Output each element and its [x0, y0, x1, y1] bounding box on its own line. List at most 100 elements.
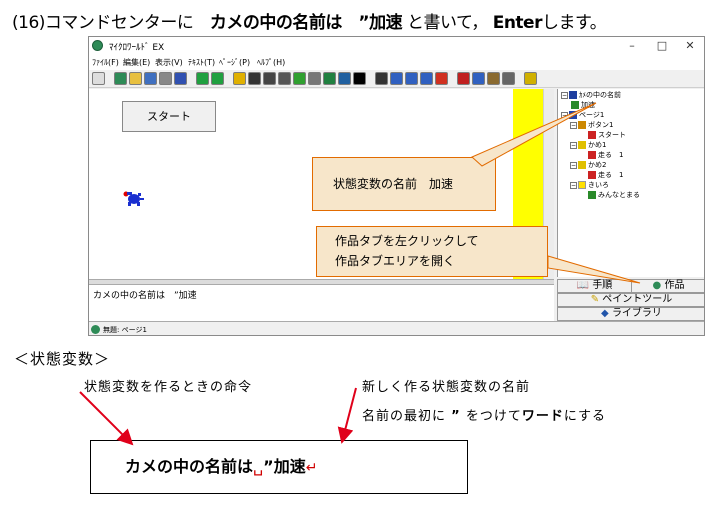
collapse-icon[interactable]: −: [570, 181, 577, 189]
collapse-icon[interactable]: −: [570, 121, 577, 129]
tab-label: ライブラリ: [611, 308, 662, 319]
turtle-new-icon[interactable]: [233, 72, 246, 85]
menu-file[interactable]: ﾌｧｲﾙ(F): [92, 57, 119, 68]
tree-node[interactable]: − ｶﾒの中の名前: [561, 90, 621, 100]
tab-paint-tool[interactable]: ✎ ペイントツール: [557, 293, 704, 307]
text-icon[interactable]: [248, 72, 261, 85]
help-icon[interactable]: [524, 72, 537, 85]
tree-node[interactable]: スタート: [588, 130, 626, 140]
tree-node[interactable]: 走る 1: [588, 150, 623, 160]
print-icon[interactable]: [159, 72, 172, 85]
title-bar: ﾏｲｸﾛﾜｰﾙﾄﾞ EX – □ ✕: [89, 37, 704, 55]
zoom-in-icon[interactable]: [405, 72, 418, 85]
music-icon[interactable]: [293, 72, 306, 85]
instruction-icon: [588, 131, 596, 139]
button-icon: [578, 121, 586, 129]
tree-label: ｶﾒの中の名前: [579, 91, 621, 99]
maximize-button[interactable]: □: [649, 38, 675, 53]
collapse-icon[interactable]: −: [570, 141, 577, 149]
tree-node[interactable]: − きいろ: [570, 180, 609, 190]
forward-icon[interactable]: [211, 72, 224, 85]
tree-node[interactable]: − ページ1: [561, 110, 604, 120]
callout-text-line1: 作品タブを左クリックして: [335, 234, 479, 248]
section-title: ＜状態変数＞: [14, 350, 111, 368]
instruction-icon: [588, 151, 596, 159]
callout-state-variable: 状態変数の名前 加速: [312, 157, 496, 211]
shape-icon[interactable]: [323, 72, 336, 85]
command-center[interactable]: カメの中の名前は ”加速: [89, 285, 554, 321]
copy-icon[interactable]: [472, 72, 485, 85]
tree-node[interactable]: − ボタン1: [570, 120, 613, 130]
page-icon: [569, 111, 577, 119]
space-mark-icon: ␣: [253, 457, 264, 476]
back-icon[interactable]: [196, 72, 209, 85]
instruction-icon: [588, 171, 596, 179]
tree-node[interactable]: 走る 1: [588, 170, 623, 180]
window-title: ﾏｲｸﾛﾜｰﾙﾄﾞ EX: [109, 43, 165, 53]
eye2-icon[interactable]: [375, 72, 388, 85]
tree-node[interactable]: − かめ2: [570, 160, 606, 170]
callout-text: 状態変数の名前 加速: [333, 177, 454, 191]
library-icon: ◆: [601, 308, 609, 319]
menu-view[interactable]: 表示(V): [155, 57, 183, 68]
arrow-command: [79, 391, 134, 446]
turtle-icon[interactable]: [114, 72, 127, 85]
callout-text-line2: 作品タブエリアを開く: [335, 254, 456, 268]
return-icon: ↵: [305, 460, 318, 476]
stop-icon[interactable]: [435, 72, 448, 85]
instruction-icon: [588, 191, 596, 199]
tree-label: かめ1: [588, 141, 607, 149]
tree-node[interactable]: 加速: [571, 100, 595, 110]
stamp-icon[interactable]: [390, 72, 403, 85]
note-part: 名前の最初に: [362, 409, 447, 424]
paste-icon[interactable]: [487, 72, 500, 85]
tree-label: ページ1: [579, 111, 605, 119]
note-part: にする: [563, 409, 607, 424]
pen-icon[interactable]: [308, 72, 321, 85]
menu-edit[interactable]: 編集(E): [123, 57, 150, 68]
heading-text-2: と書いて，: [407, 13, 488, 33]
tree-label: 走る 1: [598, 171, 624, 179]
tree-node[interactable]: − かめ1: [570, 140, 606, 150]
variable-icon: [571, 101, 579, 109]
close-button[interactable]: ✕: [677, 38, 703, 53]
menu-text[interactable]: ﾃｷｽﾄ(T): [188, 57, 215, 68]
zoom-out-icon[interactable]: [420, 72, 433, 85]
note-part: をつけて: [465, 409, 522, 424]
collapse-icon[interactable]: −: [561, 91, 568, 99]
page-icon[interactable]: [92, 72, 105, 85]
collapse-icon[interactable]: −: [570, 161, 577, 169]
collapse-icon[interactable]: −: [561, 111, 568, 119]
turtle-icon[interactable]: [123, 189, 145, 207]
turtle-object-icon: [578, 141, 586, 149]
undo-icon[interactable]: [502, 72, 515, 85]
tab-library[interactable]: ◆ ライブラリ: [557, 307, 704, 321]
scissors-icon[interactable]: [457, 72, 470, 85]
note-quote: ”: [451, 409, 461, 424]
tree-node[interactable]: みんなとまる: [588, 190, 640, 200]
open-icon[interactable]: [129, 72, 142, 85]
tree-label: スタート: [598, 131, 626, 139]
example-command: カメの中の名前は: [125, 457, 254, 476]
heading-enter: Enter: [492, 13, 543, 33]
save-icon[interactable]: [144, 72, 157, 85]
turtle-state-icon: [569, 91, 577, 99]
tree-label: 走る 1: [598, 151, 624, 159]
eye-icon[interactable]: [278, 72, 291, 85]
world-icon[interactable]: [338, 72, 351, 85]
tree-label: かめ2: [588, 161, 607, 169]
pointer-icon[interactable]: [353, 72, 366, 85]
tab-works[interactable]: ● 作品: [631, 279, 704, 293]
tab-procedure[interactable]: 📖 手順: [557, 279, 632, 293]
minimize-button[interactable]: –: [619, 38, 645, 53]
toolbar: [89, 70, 704, 88]
menu-page[interactable]: ﾍﾟｰｼﾞ(P): [219, 57, 250, 68]
menu-help[interactable]: ﾍﾙﾌﾟ(H): [257, 57, 285, 68]
note-prefix: 名前の最初に ” をつけてワードにする: [362, 405, 606, 424]
note-name: 新しく作る状態変数の名前: [362, 380, 531, 395]
tab-area: 📖 手順 ● 作品 ✎ ペイントツール ◆ ライブラリ: [557, 279, 704, 321]
start-button[interactable]: スタート: [122, 101, 216, 132]
paint-icon[interactable]: [263, 72, 276, 85]
tree-label: 加速: [581, 101, 595, 109]
card-icon[interactable]: [174, 72, 187, 85]
